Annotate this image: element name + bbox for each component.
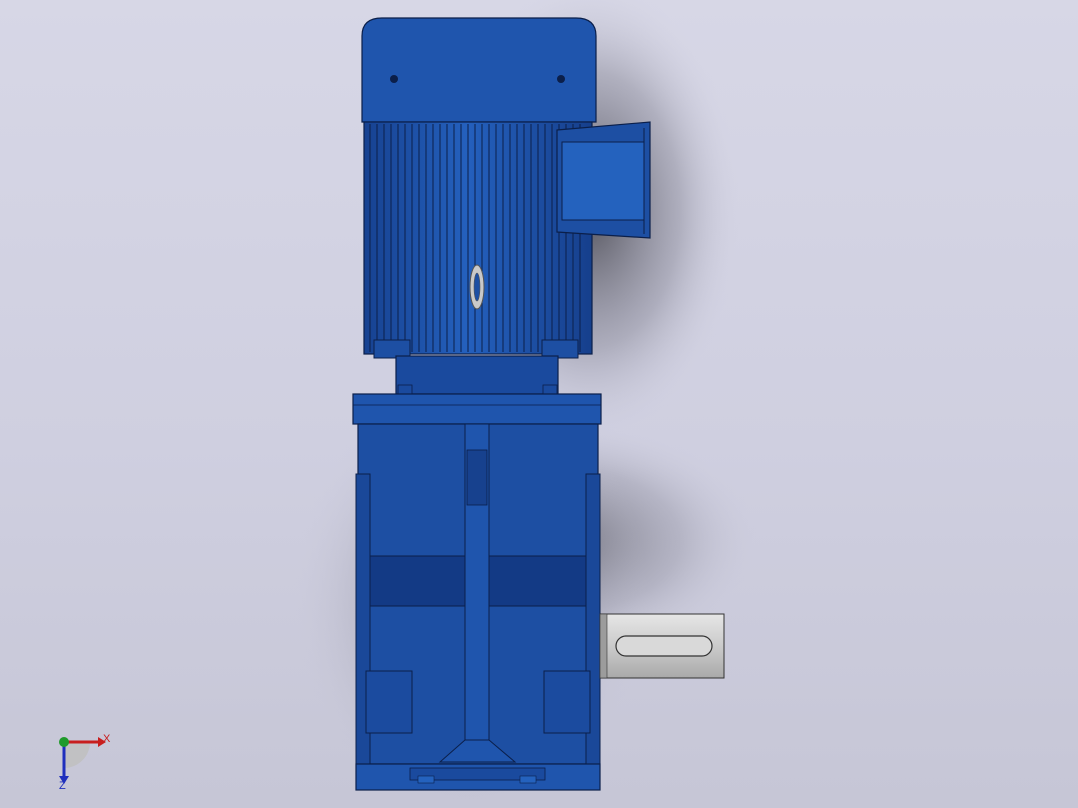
- x-axis-label: X: [103, 733, 111, 745]
- z-axis-label: Z: [59, 780, 66, 792]
- shaft-keyway: [615, 635, 713, 657]
- terminal-box-face: [561, 141, 645, 221]
- fan-cover-bolt: [557, 75, 565, 83]
- motor-adapter: [395, 355, 559, 395]
- y-axis-dot: [59, 737, 69, 747]
- cad-viewport[interactable]: X Z: [0, 0, 1078, 808]
- orientation-triad[interactable]: [46, 728, 126, 798]
- fan-cover-bolt: [390, 75, 398, 83]
- fan-cover: [361, 17, 597, 123]
- model-scene[interactable]: [0, 0, 1078, 808]
- gearbox-flange: [352, 393, 602, 425]
